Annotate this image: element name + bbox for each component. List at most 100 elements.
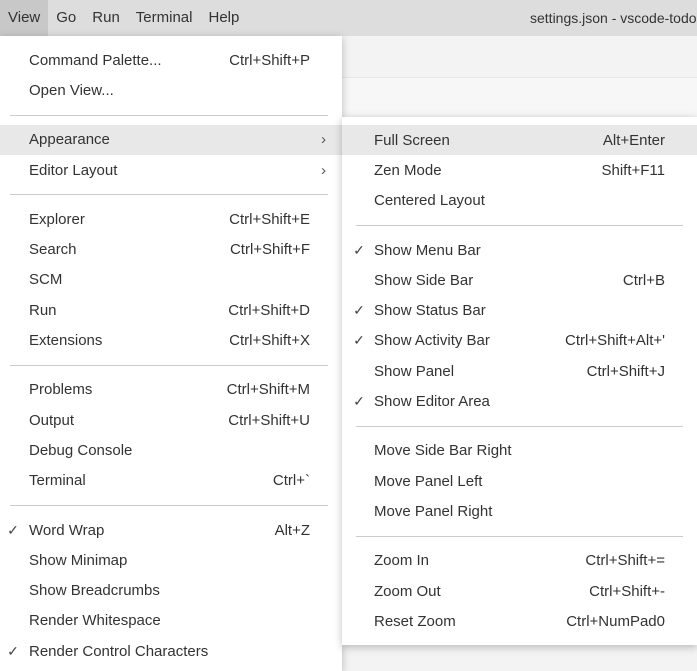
menu-item-shortcut: Alt+Enter (602, 131, 665, 149)
appearance-item-centered-layout[interactable]: Centered Layout (342, 186, 697, 216)
window-title: settings.json - vscode-todo (530, 10, 697, 26)
menu-item-label: Extensions (29, 332, 103, 350)
menu-separator (356, 535, 683, 537)
menu-item-label: Zen Mode (374, 161, 442, 179)
menu-go[interactable]: Go (48, 0, 84, 36)
menu-run[interactable]: Run (84, 0, 128, 36)
view-menu-item-explorer[interactable]: Explorer Ctrl+Shift+E (0, 204, 342, 234)
menu-item-label: Reset Zoom (374, 612, 456, 630)
menu-item-label: Render Whitespace (29, 612, 161, 630)
appearance-item-zoom-in[interactable]: Zoom In Ctrl+Shift+= (342, 546, 697, 576)
menu-item-shortcut: Ctrl+NumPad0 (566, 612, 665, 630)
menu-item-label: Show Status Bar (374, 302, 486, 320)
menu-help[interactable]: Help (200, 0, 247, 36)
view-menu-item-open-view[interactable]: Open View... (0, 75, 342, 105)
menu-terminal[interactable]: Terminal (128, 0, 201, 36)
appearance-item-show-activity-bar[interactable]: ✓ Show Activity Bar Ctrl+Shift+Alt+' (342, 326, 697, 356)
menu-item-shortcut: Ctrl+Shift+J (586, 362, 665, 380)
menu-item-shortcut: Ctrl+Shift+D (228, 301, 310, 319)
menu-item-label: Word Wrap (29, 521, 105, 539)
menu-item-label: Show Minimap (29, 551, 128, 569)
view-menu-item-render-control-characters[interactable]: ✓ Render Control Characters (0, 636, 342, 666)
editor-tab-strip (342, 36, 697, 77)
menu-item-label: Move Panel Left (374, 472, 483, 490)
menu-item-label: Show Activity Bar (374, 332, 490, 350)
view-menu-item-command-palette[interactable]: Command Palette... Ctrl+Shift+P (0, 45, 342, 75)
menu-item-shortcut: Ctrl+Shift+U (228, 411, 310, 429)
view-menu-item-appearance[interactable]: Appearance › (0, 124, 342, 155)
check-icon: ✓ (353, 332, 365, 349)
menu-item-shortcut: Ctrl+B (622, 271, 665, 289)
menu-item-label: Explorer (29, 210, 85, 228)
appearance-item-move-panel-right[interactable]: Move Panel Right (342, 496, 697, 526)
view-menu-item-search[interactable]: Search Ctrl+Shift+F (0, 234, 342, 264)
menu-item-shortcut: Ctrl+Shift+M (226, 381, 310, 399)
menu-item-shortcut: Ctrl+` (272, 472, 310, 490)
check-icon: ✓ (7, 642, 19, 659)
view-menu-item-run[interactable]: Run Ctrl+Shift+D (0, 295, 342, 325)
menu-item-shortcut: Ctrl+Shift+X (229, 332, 310, 350)
menu-item-shortcut: Alt+Z (274, 521, 310, 539)
view-menu-item-output[interactable]: Output Ctrl+Shift+U (0, 405, 342, 435)
menu-separator (356, 425, 683, 427)
menu-item-shortcut: Ctrl+Shift+F (229, 241, 310, 259)
menu-item-label: Centered Layout (374, 192, 485, 210)
menu-view[interactable]: View (0, 0, 49, 36)
view-menu-item-editor-layout[interactable]: Editor Layout › (0, 155, 342, 185)
menu-item-label: Show Editor Area (374, 393, 490, 411)
menu-item-label: Show Menu Bar (374, 241, 481, 259)
menu-item-label: Render Control Characters (29, 642, 209, 660)
menu-item-label: SCM (29, 271, 63, 289)
menu-item-shortcut: Ctrl+Shift+P (229, 51, 310, 69)
view-menu-item-word-wrap[interactable]: ✓ Word Wrap Alt+Z (0, 515, 342, 545)
view-menu-item-render-whitespace[interactable]: Render Whitespace (0, 606, 342, 636)
menu-item-label: Editor Layout (29, 161, 118, 179)
menu-item-label: Open View... (29, 81, 114, 99)
menu-item-label: Show Panel (374, 362, 455, 380)
appearance-item-move-side-bar-right[interactable]: Move Side Bar Right (342, 436, 697, 466)
menu-separator (10, 504, 328, 506)
menu-item-label: Show Breadcrumbs (29, 582, 160, 600)
menu-item-label: Search (29, 241, 77, 259)
menu-item-shortcut: Ctrl+Shift+- (589, 582, 665, 600)
appearance-item-reset-zoom[interactable]: Reset Zoom Ctrl+NumPad0 (342, 606, 697, 636)
view-menu-item-extensions[interactable]: Extensions Ctrl+Shift+X (0, 325, 342, 355)
editor-breadcrumb-strip (342, 77, 697, 118)
view-menu-item-problems[interactable]: Problems Ctrl+Shift+M (0, 375, 342, 405)
menu-item-label: Move Side Bar Right (374, 442, 512, 460)
menu-item-label: Terminal (29, 472, 86, 490)
appearance-item-show-status-bar[interactable]: ✓ Show Status Bar (342, 295, 697, 325)
menu-item-label: Run (29, 301, 57, 319)
menu-item-shortcut: Shift+F11 (601, 161, 665, 179)
appearance-item-show-editor-area[interactable]: ✓ Show Editor Area (342, 386, 697, 416)
menu-item-label: Full Screen (374, 131, 450, 149)
chevron-right-icon: › (321, 131, 326, 149)
view-menu-item-terminal[interactable]: Terminal Ctrl+` (0, 466, 342, 496)
menu-item-label: Output (29, 411, 75, 429)
view-menu-item-show-breadcrumbs[interactable]: Show Breadcrumbs (0, 575, 342, 605)
view-menu: Command Palette... Ctrl+Shift+P Open View.… (0, 36, 342, 671)
appearance-item-show-menu-bar[interactable]: ✓ Show Menu Bar (342, 235, 697, 265)
menu-item-label: Zoom Out (374, 582, 441, 600)
menu-item-label: Zoom In (374, 552, 430, 570)
menu-item-label: Appearance (29, 131, 110, 149)
menu-item-shortcut: Ctrl+Shift+E (229, 210, 310, 228)
appearance-item-move-panel-left[interactable]: Move Panel Left (342, 466, 697, 496)
check-icon: ✓ (353, 241, 365, 258)
check-icon: ✓ (353, 393, 365, 410)
appearance-item-full-screen[interactable]: Full Screen Alt+Enter (342, 125, 697, 156)
view-menu-item-show-minimap[interactable]: Show Minimap (0, 545, 342, 575)
menu-separator (356, 224, 683, 226)
menu-item-label: Problems (29, 381, 93, 399)
check-icon: ✓ (7, 521, 19, 538)
menu-item-label: Show Side Bar (374, 271, 474, 289)
menu-item-shortcut: Ctrl+Shift+= (585, 552, 665, 570)
appearance-item-zen-mode[interactable]: Zen Mode Shift+F11 (342, 155, 697, 185)
appearance-item-show-panel[interactable]: Show Panel Ctrl+Shift+J (342, 356, 697, 386)
menu-item-label: Debug Console (29, 441, 133, 459)
view-menu-item-scm[interactable]: SCM (0, 265, 342, 295)
menu-separator (10, 114, 328, 116)
view-menu-item-debug-console[interactable]: Debug Console (0, 435, 342, 465)
appearance-item-show-side-bar[interactable]: Show Side Bar Ctrl+B (342, 265, 697, 295)
appearance-item-zoom-out[interactable]: Zoom Out Ctrl+Shift+- (342, 576, 697, 606)
